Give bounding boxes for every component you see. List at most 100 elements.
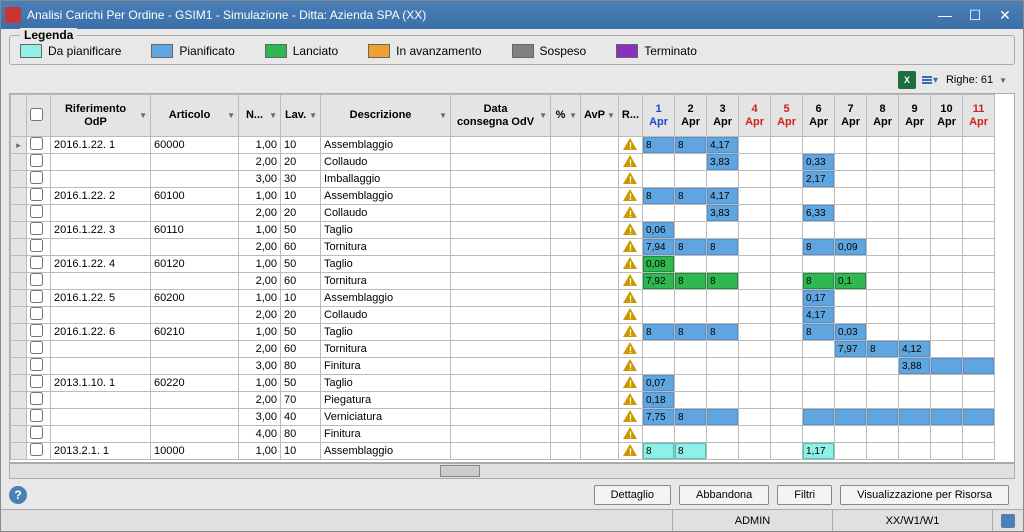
gantt-cell[interactable]: 4,17 <box>707 137 739 154</box>
table-row[interactable]: 2,0060Tornitura7,948880,09 <box>11 239 995 256</box>
table-row[interactable]: 2,0020Collaudo3,836,33 <box>11 205 995 222</box>
col-data-consegna[interactable]: Dataconsegna OdV▼ <box>451 95 551 137</box>
col-day-8[interactable]: 8Apr <box>867 95 899 137</box>
gantt-cell[interactable]: 8 <box>707 324 739 341</box>
gantt-cell[interactable]: 1,17 <box>803 443 835 460</box>
row-selector[interactable] <box>11 358 27 375</box>
row-checkbox[interactable] <box>30 188 43 201</box>
col-descrizione[interactable]: Descrizione▼ <box>321 95 451 137</box>
gantt-cell[interactable] <box>835 409 867 426</box>
table-row[interactable]: 2013.2.1. 1100001,0010Assemblaggio881,17 <box>11 443 995 460</box>
col-day-7[interactable]: 7Apr <box>835 95 867 137</box>
gantt-cell[interactable] <box>867 409 899 426</box>
col-day-11[interactable]: 11Apr <box>963 95 995 137</box>
row-checkbox[interactable] <box>30 290 43 303</box>
horizontal-scrollbar[interactable] <box>9 463 1015 479</box>
table-row[interactable]: ▸2016.1.22. 1600001,0010Assemblaggio884,… <box>11 137 995 154</box>
row-checkbox[interactable] <box>30 341 43 354</box>
row-checkbox[interactable] <box>30 239 43 252</box>
sort-arrow-icon[interactable]: ▼ <box>439 111 447 120</box>
table-row[interactable]: 4,0080Finitura <box>11 426 995 443</box>
sort-arrow-icon[interactable]: ▼ <box>539 111 547 120</box>
gantt-cell[interactable]: 8 <box>675 273 707 290</box>
gantt-cell[interactable]: 0,33 <box>803 154 835 171</box>
col-day-10[interactable]: 10Apr <box>931 95 963 137</box>
gantt-cell[interactable]: 0,07 <box>643 375 675 392</box>
table-row[interactable]: 2016.1.22. 3601101,0050Taglio0,06 <box>11 222 995 239</box>
row-checkbox[interactable] <box>30 392 43 405</box>
export-excel-icon[interactable]: X <box>898 71 916 89</box>
col-riferimento[interactable]: RiferimentoOdP▼ <box>51 95 151 137</box>
col-day-4[interactable]: 4Apr <box>739 95 771 137</box>
sort-arrow-icon[interactable]: ▼ <box>309 111 317 120</box>
maximize-button[interactable]: ☐ <box>961 5 989 25</box>
gantt-cell[interactable]: 0,09 <box>835 239 867 256</box>
row-checkbox[interactable] <box>30 256 43 269</box>
table-row[interactable]: 2016.1.22. 5602001,0010Assemblaggio0,17 <box>11 290 995 307</box>
scrollbar-thumb[interactable] <box>440 465 480 477</box>
filtri-button[interactable]: Filtri <box>777 485 832 505</box>
table-row[interactable]: 2,0060Tornitura7,928880,1 <box>11 273 995 290</box>
gantt-cell[interactable]: 3,83 <box>707 205 739 222</box>
row-checkbox[interactable] <box>30 154 43 167</box>
gantt-cell[interactable]: 8 <box>675 239 707 256</box>
gantt-cell[interactable]: 8 <box>643 188 675 205</box>
table-row[interactable]: 2013.1.10. 1602201,0050Taglio0,07 <box>11 375 995 392</box>
gantt-cell[interactable]: 8 <box>643 137 675 154</box>
table-row[interactable]: 2,0060Tornitura7,9784,12 <box>11 341 995 358</box>
sort-arrow-icon[interactable]: ▼ <box>227 111 235 120</box>
row-checkbox[interactable] <box>30 409 43 422</box>
col-day-6[interactable]: 6Apr <box>803 95 835 137</box>
row-selector[interactable] <box>11 188 27 205</box>
row-selector[interactable] <box>11 171 27 188</box>
col-day-5[interactable]: 5Apr <box>771 95 803 137</box>
gantt-cell[interactable]: 7,94 <box>643 239 675 256</box>
row-checkbox[interactable] <box>30 273 43 286</box>
table-row[interactable]: 2,0070Piegatura0,18 <box>11 392 995 409</box>
row-selector[interactable] <box>11 273 27 290</box>
gantt-cell[interactable]: 0,17 <box>803 290 835 307</box>
help-icon[interactable]: ? <box>9 486 27 504</box>
gantt-cell[interactable] <box>707 409 739 426</box>
gantt-cell[interactable]: 6,33 <box>803 205 835 222</box>
gantt-cell[interactable]: 8 <box>675 324 707 341</box>
row-checkbox[interactable] <box>30 375 43 388</box>
row-checkbox[interactable] <box>30 171 43 184</box>
gantt-cell[interactable]: 0,06 <box>643 222 675 239</box>
col-lav[interactable]: Lav.▼ <box>281 95 321 137</box>
gantt-cell[interactable]: 8 <box>675 137 707 154</box>
col-day-1[interactable]: 1Apr <box>643 95 675 137</box>
col-day-9[interactable]: 9Apr <box>899 95 931 137</box>
dettaglio-button[interactable]: Dettaglio <box>594 485 671 505</box>
row-checkbox[interactable] <box>30 358 43 371</box>
table-row[interactable]: 2016.1.22. 2601001,0010Assemblaggio884,1… <box>11 188 995 205</box>
data-grid[interactable]: RiferimentoOdP▼Articolo▼N...▼Lav.▼Descri… <box>9 93 1015 463</box>
row-selector[interactable] <box>11 392 27 409</box>
gantt-cell[interactable] <box>803 409 835 426</box>
gantt-cell[interactable]: 8 <box>803 324 835 341</box>
col-articolo[interactable]: Articolo▼ <box>151 95 239 137</box>
row-selector[interactable] <box>11 426 27 443</box>
gantt-cell[interactable]: 8 <box>707 239 739 256</box>
gantt-cell[interactable]: 8 <box>675 409 707 426</box>
gantt-cell[interactable] <box>931 358 963 375</box>
row-checkbox[interactable] <box>30 307 43 320</box>
col-day-3[interactable]: 3Apr <box>707 95 739 137</box>
table-row[interactable]: 3,0080Finitura3,88 <box>11 358 995 375</box>
col-n[interactable]: N...▼ <box>239 95 281 137</box>
gantt-cell[interactable]: 4,17 <box>803 307 835 324</box>
row-checkbox[interactable] <box>30 443 43 456</box>
row-selector[interactable] <box>11 290 27 307</box>
row-checkbox[interactable] <box>30 324 43 337</box>
row-selector[interactable] <box>11 324 27 341</box>
column-config-icon[interactable]: ▾ <box>922 71 940 89</box>
gantt-cell[interactable] <box>899 409 931 426</box>
row-selector[interactable] <box>11 341 27 358</box>
row-checkbox[interactable] <box>30 222 43 235</box>
gantt-cell[interactable]: 0,18 <box>643 392 675 409</box>
minimize-button[interactable]: — <box>931 5 959 25</box>
col-percent[interactable]: %▼ <box>551 95 581 137</box>
row-selector[interactable] <box>11 375 27 392</box>
gantt-cell[interactable]: 8 <box>803 239 835 256</box>
sort-arrow-icon[interactable]: ▼ <box>569 111 577 120</box>
